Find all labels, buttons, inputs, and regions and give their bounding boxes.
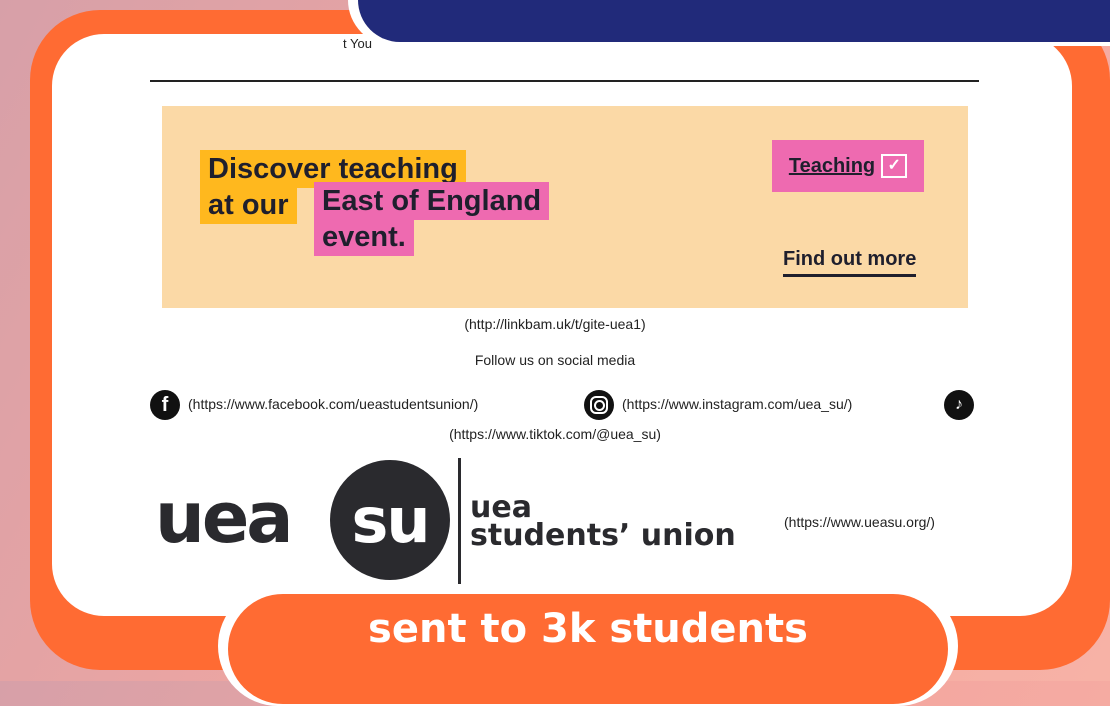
tiktok-link[interactable]: (https://www.tiktok.com/@uea_su)	[0, 426, 1110, 442]
instagram-icon[interactable]	[584, 390, 614, 420]
teaching-badge: Teaching ✓	[772, 140, 924, 192]
social-row: f (https://www.facebook.com/ueastudentsu…	[0, 390, 1110, 420]
logo-line2: students’ union	[470, 518, 736, 553]
checkbox-icon: ✓	[881, 154, 908, 178]
divider-line	[150, 80, 979, 82]
headline-line2a: at our	[200, 186, 297, 224]
tiktok-icon[interactable]: ♪	[944, 390, 974, 420]
headline-line3: event.	[314, 218, 414, 256]
facebook-icon[interactable]: f	[150, 390, 180, 420]
logo-divider	[458, 458, 461, 584]
facebook-link[interactable]: (https://www.facebook.com/ueastudentsuni…	[188, 396, 478, 412]
event-banner[interactable]: Discover teaching at our East of England…	[162, 106, 968, 308]
headline-line2b: East of England	[314, 182, 550, 220]
banner-link[interactable]: (http://linkbam.uk/t/gite-uea1)	[0, 316, 1110, 332]
caption-text: sent to 3k students	[368, 606, 808, 652]
ueasu-link[interactable]: (https://www.ueasu.org/)	[784, 514, 935, 530]
instagram-link[interactable]: (https://www.instagram.com/uea_su/)	[622, 396, 852, 412]
teaching-label: Teaching	[788, 154, 876, 177]
social-heading: Follow us on social media	[474, 352, 636, 368]
logo-text: uea students’ union	[470, 493, 736, 553]
logo-uea-word: uea	[155, 477, 294, 559]
find-out-more-link[interactable]: Find out more	[783, 248, 917, 277]
top-navy-bar	[358, 0, 1110, 42]
logo-su-circle: su	[330, 460, 450, 580]
truncated-text: t You	[343, 36, 372, 51]
instagram-glyph	[590, 396, 608, 414]
